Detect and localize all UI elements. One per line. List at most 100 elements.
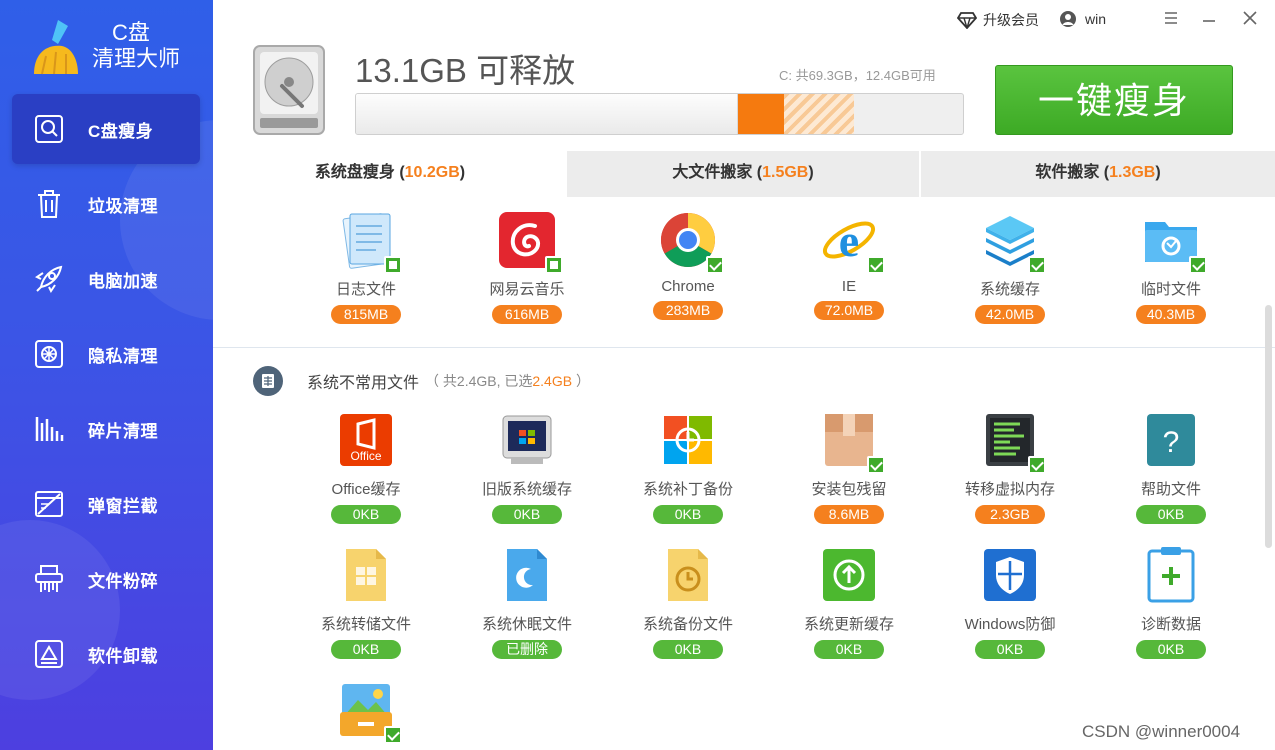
checkbox-icon[interactable] xyxy=(867,456,885,474)
menu-button[interactable] xyxy=(1160,8,1182,30)
svg-text:e: e xyxy=(839,215,859,266)
file-list-icon xyxy=(253,366,283,396)
checkbox-icon[interactable] xyxy=(384,256,402,274)
tab-software-move[interactable]: 软件搬家 (1.3GB) xyxy=(921,151,1275,197)
user-account-button[interactable]: win xyxy=(1059,10,1106,28)
one-click-slim-button[interactable]: 一键瘦身 xyxy=(995,65,1233,135)
clean-item-dump[interactable]: 系统转储文件 0KB xyxy=(296,545,436,659)
clean-item-ie[interactable]: e IE 72.0MB xyxy=(779,210,919,320)
svg-text:Office: Office xyxy=(350,449,381,463)
checkbox-icon[interactable] xyxy=(1028,456,1046,474)
sidebar-item-label: 软件卸载 xyxy=(88,646,158,666)
category-tabs: 系统盘瘦身 (10.2GB) 大文件搬家 (1.5GB) 软件搬家 (1.3GB… xyxy=(213,151,1275,197)
minimize-icon xyxy=(1203,20,1215,22)
package-icon xyxy=(819,410,885,474)
clean-item-help-file[interactable]: ? 帮助文件 0KB xyxy=(1101,410,1241,524)
item-name: Office缓存 xyxy=(331,481,401,498)
sidebar-item-shredder[interactable]: 文件粉碎 xyxy=(12,544,200,614)
tab-size: 1.3GB xyxy=(1109,164,1156,181)
item-name: 系统缓存 xyxy=(979,281,1040,298)
item-size-badge: 0KB xyxy=(1136,640,1206,659)
clean-item-patch-backup[interactable]: 系统补丁备份 0KB xyxy=(618,410,758,524)
sidebar-item-label: 垃圾清理 xyxy=(88,196,158,216)
scrollbar[interactable] xyxy=(1265,305,1272,548)
backup-file-icon xyxy=(658,545,718,605)
item-name: 诊断数据 xyxy=(1140,616,1201,633)
checkbox-icon[interactable] xyxy=(706,256,724,274)
section-selected-size: 2.4GB xyxy=(532,373,573,389)
tab-system-slim[interactable]: 系统盘瘦身 (10.2GB) xyxy=(213,151,567,197)
sidebar-item-defrag[interactable]: 碎片清理 xyxy=(12,394,200,464)
sidebar-item-label: 弹窗拦截 xyxy=(88,496,158,516)
uninstall-icon xyxy=(30,635,68,673)
upgrade-vip-button[interactable]: 升级会员 xyxy=(957,10,1039,30)
checkbox-icon[interactable] xyxy=(545,256,563,274)
sidebar-item-c-slim[interactable]: C盘瘦身 xyxy=(12,94,200,164)
sidebar-item-speedup[interactable]: 电脑加速 xyxy=(12,244,200,314)
clean-item-backup[interactable]: 系统备份文件 0KB xyxy=(618,545,758,659)
close-icon xyxy=(1243,11,1257,25)
clean-item-log[interactable]: 日志文件 815MB xyxy=(296,210,436,324)
section-header: 系统不常用文件 （ 共2.4GB, 已选2.4GB ） xyxy=(253,366,590,396)
sidebar-item-junk-clean[interactable]: 垃圾清理 xyxy=(12,169,200,239)
broom-logo-icon xyxy=(34,20,78,75)
item-size-badge: 0KB xyxy=(814,640,884,659)
log-file-icon xyxy=(336,210,402,274)
sidebar-item-popup-block[interactable]: 弹窗拦截 xyxy=(12,469,200,539)
sidebar-item-label: 电脑加速 xyxy=(88,271,158,291)
virtual-memory-icon xyxy=(980,410,1046,474)
releasable-size: 13.1GB 可释放 xyxy=(355,52,576,89)
logo-title-line1: C盘 xyxy=(112,20,150,45)
item-size-badge: 0KB xyxy=(1136,505,1206,524)
item-size-badge: 72.0MB xyxy=(814,301,884,320)
clean-item-hibernate[interactable]: 系统休眠文件 已删除 xyxy=(457,545,597,659)
sidebar-item-privacy[interactable]: 隐私清理 xyxy=(12,319,200,389)
clean-item-update-cache[interactable]: 系统更新缓存 0KB xyxy=(779,545,919,659)
tab-size: 10.2GB xyxy=(404,164,460,181)
tab-label: 软件搬家 ( xyxy=(1035,164,1110,181)
section-summary-suffix: ） xyxy=(572,373,590,389)
item-name: 系统转储文件 xyxy=(320,616,411,633)
disk-capacity: C: 共69.3GB，12.4GB可用 xyxy=(779,68,936,83)
tab-label-close: ) xyxy=(808,164,814,181)
tab-label-close: ) xyxy=(1155,164,1161,181)
fragment-icon xyxy=(30,410,68,448)
item-name: 系统补丁备份 xyxy=(642,481,733,498)
clean-item-package[interactable]: 安装包残留 8.6MB xyxy=(779,410,919,524)
section-title-text: 系统不常用文件 xyxy=(307,375,420,392)
item-size-badge: 0KB xyxy=(653,640,723,659)
item-name: 系统更新缓存 xyxy=(803,616,894,633)
item-name: Windows防御 xyxy=(964,616,1056,633)
privacy-icon xyxy=(30,335,68,373)
tab-label: 系统盘瘦身 ( xyxy=(314,164,405,181)
clean-item-system-cache[interactable]: 系统缓存 42.0MB xyxy=(940,210,1080,324)
tab-large-file-move[interactable]: 大文件搬家 (1.5GB) xyxy=(567,151,919,197)
clean-item-temp[interactable]: 临时文件 40.3MB xyxy=(1101,210,1241,324)
clean-item-wallpaper[interactable] xyxy=(296,680,436,744)
item-size-badge: 40.3MB xyxy=(1136,305,1206,324)
close-button[interactable] xyxy=(1239,8,1261,30)
item-size-badge: 8.6MB xyxy=(814,505,884,524)
clean-item-netease[interactable]: 网易云音乐 616MB xyxy=(457,210,597,324)
checkbox-icon[interactable] xyxy=(867,256,885,274)
help-file-icon: ? xyxy=(1141,410,1201,470)
upgrade-vip-label: 升级会员 xyxy=(983,12,1039,28)
minimize-button[interactable] xyxy=(1198,8,1220,30)
disk-search-icon xyxy=(30,110,68,148)
item-size-badge: 0KB xyxy=(492,505,562,524)
office-icon: Office xyxy=(336,410,396,470)
clean-item-office[interactable]: Office Office缓存 0KB xyxy=(296,410,436,524)
clean-item-windows-defender[interactable]: Windows防御 0KB xyxy=(940,545,1080,659)
clean-item-chrome[interactable]: Chrome 283MB xyxy=(618,210,758,320)
windows-defender-icon xyxy=(980,545,1040,605)
checkbox-icon[interactable] xyxy=(384,726,402,744)
item-name: IE xyxy=(841,278,857,295)
checkbox-icon[interactable] xyxy=(1189,256,1207,274)
item-size-badge: 616MB xyxy=(492,305,562,324)
clean-item-diagnostic[interactable]: 诊断数据 0KB xyxy=(1101,545,1241,659)
menu-icon xyxy=(1165,12,1177,24)
clean-item-virtual-memory[interactable]: 转移虚拟内存 2.3GB xyxy=(940,410,1080,524)
sidebar-item-uninstall[interactable]: 软件卸载 xyxy=(12,619,200,689)
checkbox-icon[interactable] xyxy=(1028,256,1046,274)
clean-item-old-system[interactable]: 旧版系统缓存 0KB xyxy=(457,410,597,524)
